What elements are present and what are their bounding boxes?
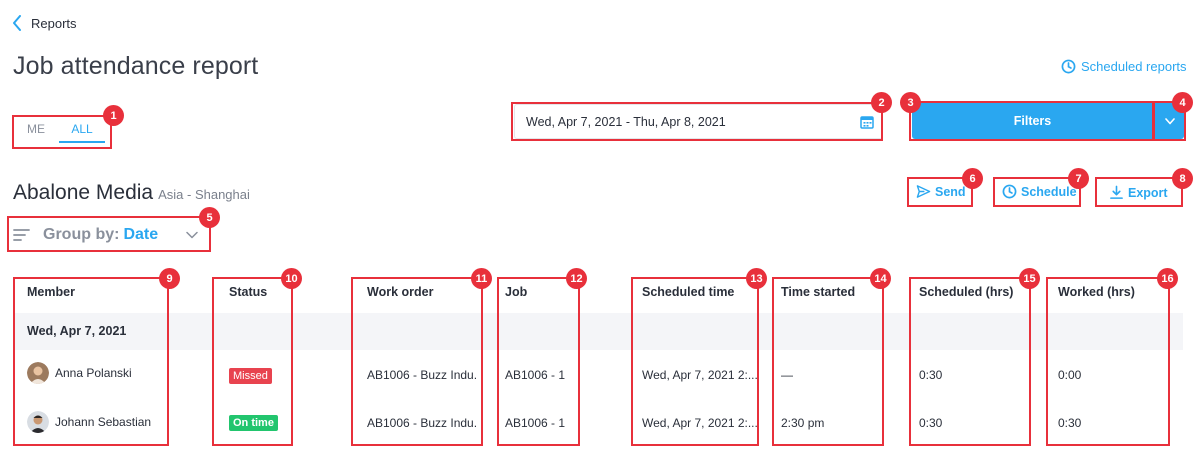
annotation-badge: 3 bbox=[900, 92, 921, 113]
annotation-box-8 bbox=[1095, 177, 1183, 207]
scheduled-reports-link[interactable]: Scheduled reports bbox=[1061, 59, 1187, 74]
annotation-badge: 7 bbox=[1068, 168, 1089, 189]
annotation-box-13 bbox=[631, 277, 759, 446]
annotation-badge: 2 bbox=[871, 92, 892, 113]
back-to-reports-link[interactable]: Reports bbox=[12, 13, 77, 33]
annotation-box-14 bbox=[772, 277, 884, 446]
annotation-badge: 10 bbox=[281, 268, 302, 289]
annotation-badge: 13 bbox=[746, 268, 767, 289]
annotation-badge: 4 bbox=[1172, 92, 1193, 113]
back-label: Reports bbox=[31, 15, 77, 31]
organization-timezone: Asia - Shanghai bbox=[158, 187, 250, 202]
annotation-box-15 bbox=[909, 277, 1031, 446]
annotation-box-9 bbox=[13, 277, 169, 446]
annotation-box-2 bbox=[511, 102, 883, 141]
annotation-badge: 1 bbox=[103, 105, 124, 126]
annotation-badge: 6 bbox=[962, 168, 983, 189]
organization-heading: Abalone Media Asia - Shanghai bbox=[13, 181, 250, 205]
clock-icon bbox=[1061, 59, 1076, 74]
annotation-badge: 15 bbox=[1019, 268, 1040, 289]
annotation-box-3 bbox=[909, 101, 1154, 141]
annotation-badge: 14 bbox=[870, 268, 891, 289]
annotation-badge: 8 bbox=[1172, 168, 1193, 189]
annotation-box-5 bbox=[7, 216, 211, 252]
annotation-box-11 bbox=[351, 277, 483, 446]
annotation-box-16 bbox=[1046, 277, 1170, 446]
annotation-badge: 12 bbox=[566, 268, 587, 289]
annotation-box-12 bbox=[497, 277, 580, 446]
page-title: Job attendance report bbox=[13, 52, 259, 80]
annotation-badge: 5 bbox=[199, 207, 220, 228]
annotation-box-10 bbox=[212, 277, 293, 446]
organization-name: Abalone Media bbox=[13, 181, 154, 204]
chevron-left-icon bbox=[13, 15, 21, 31]
annotation-badge: 11 bbox=[471, 268, 492, 289]
annotation-box-1 bbox=[12, 115, 112, 149]
annotation-badge: 16 bbox=[1157, 268, 1178, 289]
annotation-badge: 9 bbox=[159, 268, 180, 289]
scheduled-reports-label: Scheduled reports bbox=[1081, 59, 1187, 74]
